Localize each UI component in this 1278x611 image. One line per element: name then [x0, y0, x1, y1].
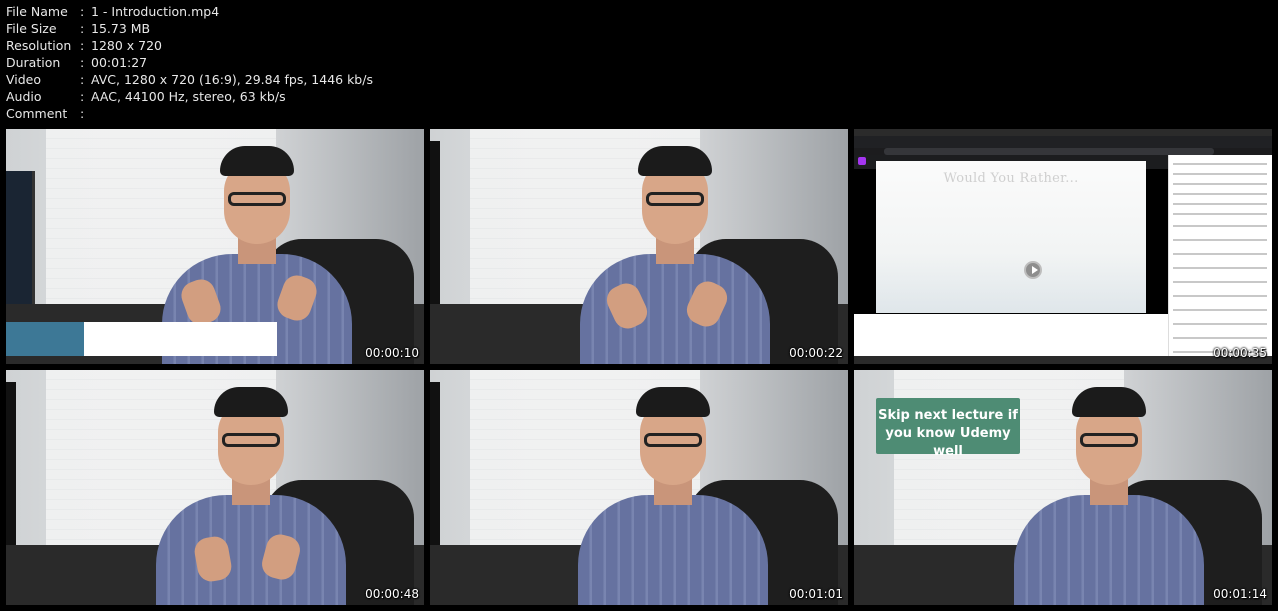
- separator: :: [80, 21, 85, 36]
- separator: :: [80, 89, 85, 104]
- file-size-row: File Size : 15.73 MB: [6, 20, 373, 37]
- timestamp: 00:01:14: [1213, 587, 1267, 601]
- video-thumbnail[interactable]: Would You Rather... 00:00:35: [854, 129, 1272, 364]
- monitor: [6, 382, 16, 562]
- duration-row: Duration : 00:01:27: [6, 54, 373, 71]
- duration-value: 00:01:27: [91, 55, 148, 70]
- taskbar: [854, 356, 1272, 364]
- duration-label: Duration: [6, 55, 61, 70]
- separator: :: [80, 55, 85, 70]
- separator: :: [80, 72, 85, 87]
- comment-label: Comment: [6, 106, 68, 121]
- video-value: AVC, 1280 x 720 (16:9), 29.84 fps, 1446 …: [91, 72, 373, 87]
- timestamp: 00:00:10: [365, 346, 419, 360]
- file-size-label: File Size: [6, 21, 57, 36]
- timestamp: 00:00:35: [1213, 346, 1267, 360]
- resolution-value: 1280 x 720: [91, 38, 163, 53]
- video-thumbnail[interactable]: 00:00:48: [6, 370, 424, 605]
- video-row: Video : AVC, 1280 x 720 (16:9), 29.84 fp…: [6, 71, 373, 88]
- video-label: Video: [6, 72, 42, 87]
- video-thumbnail[interactable]: Skip next lecture if you know Udemy well…: [854, 370, 1272, 605]
- slide-title: Would You Rather...: [943, 171, 1079, 186]
- presenter: [580, 129, 770, 364]
- presenter: [578, 370, 768, 605]
- lower-third-banner: [84, 322, 277, 356]
- file-name-row: File Name : 1 - Introduction.mp4: [6, 3, 373, 20]
- udemy-logo-icon: [858, 157, 866, 165]
- play-icon: [1024, 261, 1042, 279]
- resolution-row: Resolution : 1280 x 720: [6, 37, 373, 54]
- file-name-label: File Name: [6, 4, 68, 19]
- separator: :: [80, 4, 85, 19]
- presentation-slide: Would You Rather...: [876, 161, 1146, 313]
- callout-banner: Skip next lecture if you know Udemy well: [876, 398, 1020, 459]
- presenter: [1014, 370, 1204, 605]
- browser-url-bar: [884, 148, 1214, 155]
- file-size-value: 15.73 MB: [91, 21, 151, 36]
- video-thumbnail[interactable]: 00:01:01: [430, 370, 848, 605]
- audio-value: AAC, 44100 Hz, stereo, 63 kb/s: [91, 89, 286, 104]
- mac-menu-bar: [854, 129, 1272, 136]
- video-thumbnail[interactable]: 00:00:10: [6, 129, 424, 364]
- monitor: [430, 141, 440, 321]
- browser-tab-bar: [854, 136, 1272, 148]
- presenter: [156, 370, 346, 605]
- file-info-panel: File Name : 1 - Introduction.mp4 File Si…: [6, 3, 373, 122]
- separator: :: [80, 38, 85, 53]
- file-name-value: 1 - Introduction.mp4: [91, 4, 220, 19]
- timestamp: 00:00:48: [365, 587, 419, 601]
- course-content-sidebar: [1168, 155, 1272, 364]
- video-thumbnail[interactable]: 00:00:22: [430, 129, 848, 364]
- monitor: [6, 171, 35, 321]
- audio-row: Audio : AAC, 44100 Hz, stereo, 63 kb/s: [6, 88, 373, 105]
- monitor: [430, 382, 440, 562]
- timestamp: 00:01:01: [789, 587, 843, 601]
- separator: :: [80, 106, 85, 121]
- resolution-label: Resolution: [6, 38, 72, 53]
- lower-third-accent: [6, 322, 84, 356]
- timestamp: 00:00:22: [789, 346, 843, 360]
- comment-row: Comment :: [6, 105, 373, 122]
- audio-label: Audio: [6, 89, 42, 104]
